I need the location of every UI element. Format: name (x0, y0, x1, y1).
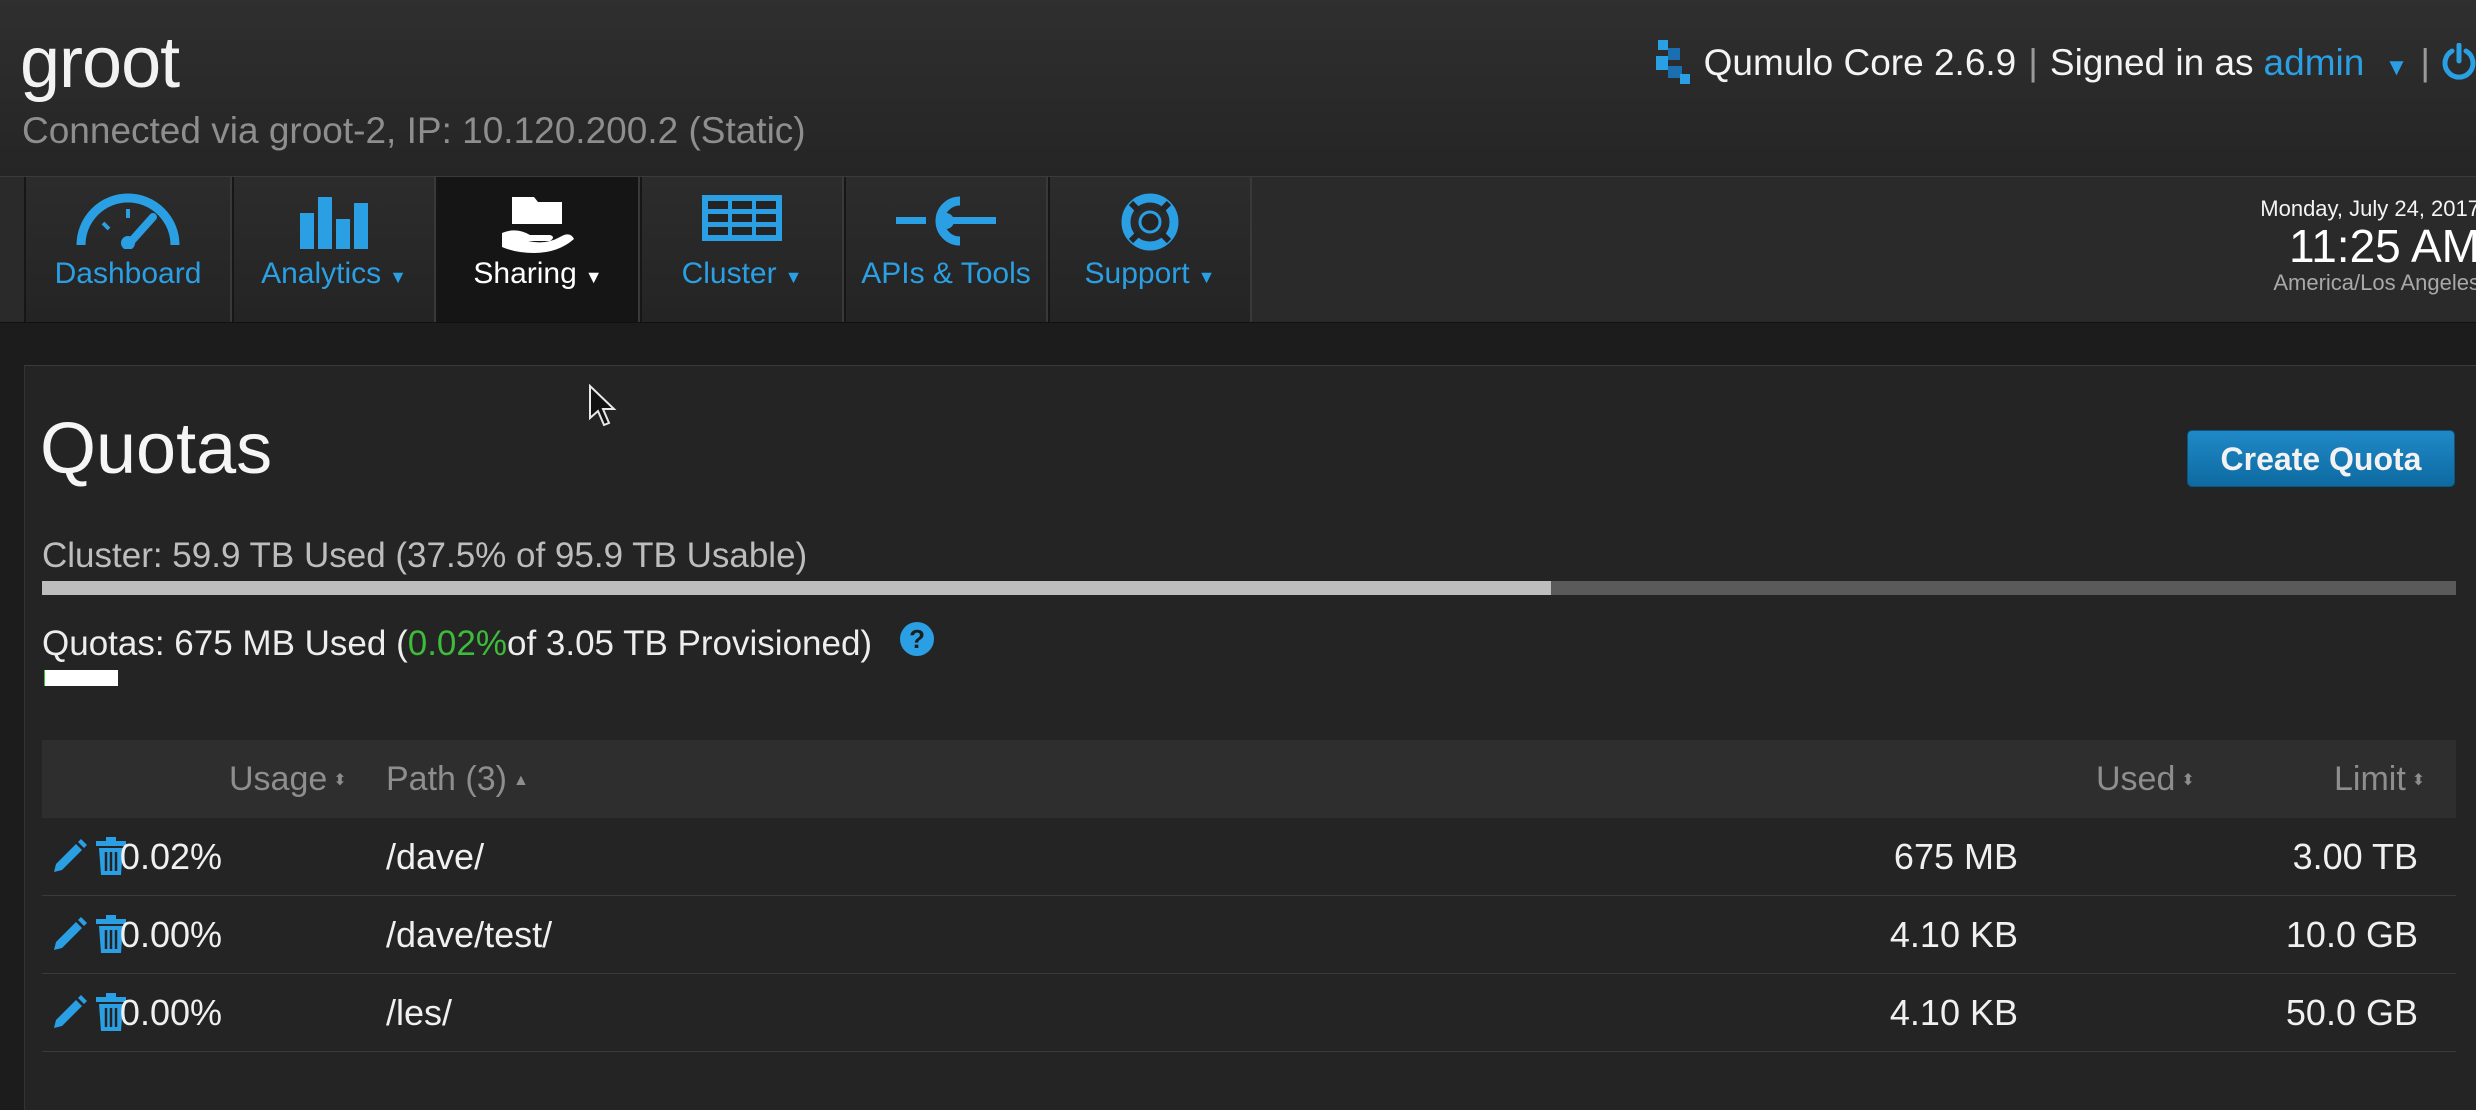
quota-usage-summary: Quotas: 675 MB Used (0.02% of 3.05 TB Pr… (42, 622, 935, 664)
user-name: admin (2263, 42, 2365, 83)
create-quota-button[interactable]: Create Quota (2187, 430, 2455, 487)
chevron-down-icon: ▼ (584, 267, 603, 287)
cluster-grid-icon (702, 195, 782, 241)
nav-dashboard[interactable]: Dashboard (24, 177, 232, 322)
path-cell: /les/ (386, 992, 453, 1033)
pencil-edit-icon[interactable] (50, 916, 88, 954)
nav-label-sharing: Sharing (473, 257, 577, 290)
limit-cell: 10.0 GB (2285, 914, 2418, 955)
path-cell: /dave/ (386, 836, 485, 877)
usage-cell: 0.02% (119, 836, 222, 877)
chevron-down-icon: ▼ (784, 267, 803, 287)
used-cell: 675 MB (1893, 836, 2018, 877)
usage-cell: 0.00% (119, 992, 222, 1033)
nav-sharing[interactable]: Sharing ▼ (436, 177, 640, 322)
power-icon[interactable] (2442, 43, 2476, 83)
speedometer-icon (76, 193, 180, 249)
cluster-usage-bar (42, 581, 2456, 595)
quota-summary-suffix: of 3.05 TB Provisioned) (506, 624, 873, 663)
clock: Monday, July 24, 2017 11:25 AM America/L… (2260, 196, 2476, 296)
user-menu[interactable]: admin ▼ (2264, 42, 2409, 84)
bar-chart-icon (300, 197, 368, 249)
nav-label-dashboard: Dashboard (54, 257, 202, 290)
chevron-down-icon: ▼ (2384, 54, 2409, 81)
used-cell: 4.10 KB (1889, 914, 2018, 955)
chevron-down-icon: ▼ (1197, 267, 1216, 287)
quota-percent: 0.02% (407, 624, 507, 663)
sharing-hand-icon (502, 197, 574, 253)
page-title: Quotas (40, 409, 273, 489)
limit-cell: 50.0 GB (2285, 992, 2418, 1033)
qumulo-logo-icon (1655, 40, 1690, 84)
nav-label-analytics: Analytics (261, 257, 382, 290)
usage-cell: 0.00% (119, 914, 222, 955)
column-used-label: Used (2096, 760, 2176, 798)
table-row: 0.00% /les/4.10 KB 50.0 GB (42, 974, 2456, 1052)
used-cell: 4.10 KB (1889, 992, 2018, 1033)
column-path[interactable]: Path (3) ▲ (386, 760, 529, 799)
table-row: 0.02% /dave/675 MB 3.00 TB (42, 818, 2456, 896)
help-icon[interactable]: ? (900, 622, 935, 656)
app-root: groot Connected via groot-2, IP: 10.120.… (0, 0, 2476, 1110)
column-usage-label: Usage (229, 760, 328, 798)
pencil-edit-icon[interactable] (50, 838, 88, 876)
clock-timezone: America/Los Angeles (2273, 270, 2476, 295)
nav-support[interactable]: Support ▼ (1048, 177, 1252, 322)
api-connector-icon (896, 196, 996, 246)
sort-icon: ⬍ (333, 772, 347, 790)
nav-analytics[interactable]: Analytics ▼ (232, 177, 436, 322)
chevron-down-icon: ▼ (389, 267, 407, 287)
separator: | (2028, 42, 2038, 83)
limit-cell: 3.00 TB (2292, 836, 2418, 877)
signed-in-label: Signed in as (2049, 42, 2254, 83)
host-name: groot (20, 23, 180, 103)
quota-summary-prefix: Quotas: 675 MB Used ( (42, 624, 408, 663)
pencil-edit-icon[interactable] (50, 994, 88, 1032)
column-limit-label: Limit (2334, 760, 2406, 798)
nav-label-support: Support (1084, 257, 1190, 290)
column-limit[interactable]: Limit ⬍ (2334, 760, 2425, 799)
column-path-label: Path (3) (386, 760, 507, 798)
sort-icon: ⬍ (2181, 772, 2195, 790)
product-version: Qumulo Core 2.6.9 (1703, 42, 2017, 83)
clock-date: Monday, July 24, 2017 (2260, 196, 2476, 221)
quota-usage-fill (44, 670, 46, 686)
nav-label-cluster: Cluster (681, 257, 777, 290)
cluster-usage-fill (42, 581, 1551, 595)
sort-icon: ⬍ (2411, 772, 2426, 790)
table-row: 0.00% /dave/test/4.10 KB 10.0 GB (42, 896, 2456, 974)
nav-label-apis-tools: APIs & Tools (861, 257, 1031, 290)
quota-table-header: Usage ⬍ Path (3) ▲ Used ⬍ Limit ⬍ (42, 740, 2456, 818)
main-nav: Dashboard Analytics ▼ Sharing ▼ Cluster … (0, 176, 2476, 323)
column-usage[interactable]: Usage ⬍ (229, 760, 347, 799)
mouse-cursor-icon (589, 384, 617, 427)
column-used[interactable]: Used ⬍ (2096, 760, 2195, 799)
path-cell: /dave/test/ (386, 914, 553, 955)
separator: | (2420, 42, 2430, 83)
nav-apis-tools[interactable]: APIs & Tools (844, 177, 1048, 322)
clock-time: 11:25 AM (2289, 220, 2476, 272)
account-bar: Qumulo Core 2.6.9 | Signed in as admin ▼… (1655, 38, 2476, 88)
cluster-usage-summary: Cluster: 59.9 TB Used (37.5% of 95.9 TB … (42, 536, 808, 575)
quota-usage-bar (44, 670, 118, 686)
lifebuoy-icon (1121, 193, 1179, 251)
sort-ascending-icon: ▲ (512, 772, 529, 790)
top-header: groot Connected via groot-2, IP: 10.120.… (0, 0, 2476, 176)
connection-info: Connected via groot-2, IP: 10.120.200.2 … (22, 110, 806, 151)
nav-cluster[interactable]: Cluster ▼ (640, 177, 844, 322)
